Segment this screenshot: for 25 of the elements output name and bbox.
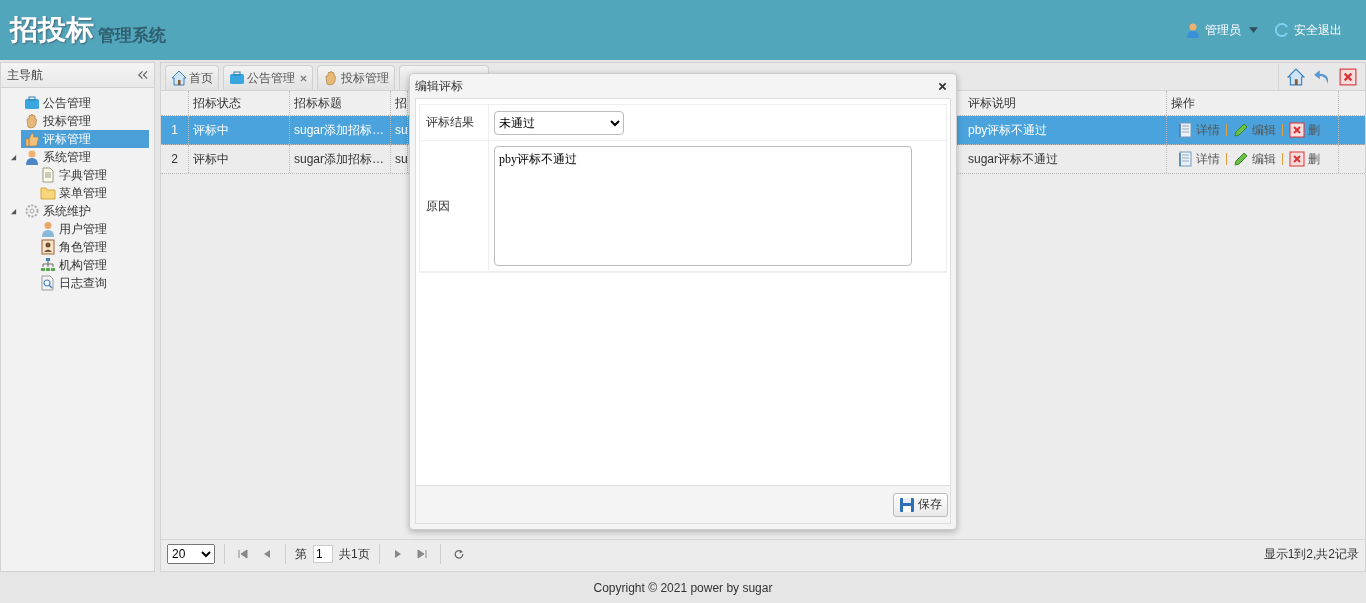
record-summary: 显示1到2,共2记录 [1263,546,1359,563]
table-cell: su [391,116,408,144]
table-cell: sugar添加招标… [290,145,391,173]
sidebar-title: 主导航 [7,66,43,84]
field-label: 评标结果 [426,114,474,131]
row-number: 1 [161,116,189,144]
copyright-text: Copyright © 2021 power by sugar [593,580,773,595]
column-header: 招标状态 [189,91,290,115]
table-cell: 评标中 [189,116,290,144]
column-header: 招 [391,91,408,115]
logo-subtitle: 管理系统 [98,25,166,47]
page-prefix: 第 [295,545,307,563]
column-header: 评标说明 [964,91,1167,115]
field-label: 原因 [426,197,450,215]
table-cell: su [391,145,408,173]
dialog-title: 编辑评标 [415,77,463,95]
table-cell: 评标中 [189,145,290,173]
table-cell: pby评标不通过 [964,116,1167,144]
row-number: 2 [161,145,189,173]
column-header: 操作 [1167,91,1339,115]
logo-title: 招投标 [10,13,94,47]
page-total: 共1页 [339,545,370,563]
column-header: 招标标题 [290,91,391,115]
table-cell: sugar评标不通过 [964,145,1167,173]
table-cell: sugar添加招标… [290,116,391,144]
